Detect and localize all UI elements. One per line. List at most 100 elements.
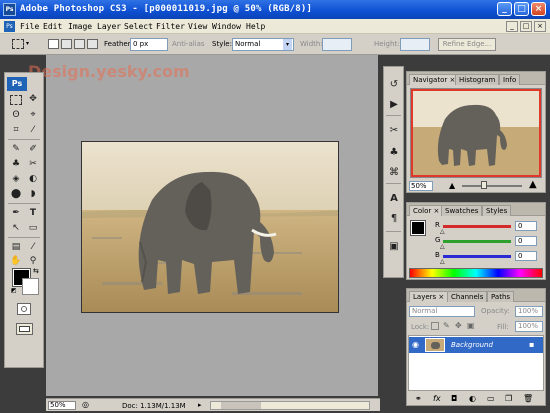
eraser-tool-icon[interactable]: ◈ [9,173,23,186]
width-input[interactable] [322,38,352,51]
type-tool-icon[interactable]: T [26,207,40,220]
layer-style-icon[interactable]: fx [433,394,441,403]
doc-close-button[interactable]: × [534,21,546,32]
menu-image[interactable]: Image [68,22,92,31]
blend-mode-select[interactable]: Normal [409,306,475,317]
green-slider-thumb[interactable]: △ [440,243,445,250]
navigator-zoom-slider[interactable] [462,181,522,189]
status-info-icon[interactable]: ◎ [82,400,89,409]
tab-layers[interactable]: Layers × [409,291,449,302]
zoom-in-icon[interactable]: ▲ [529,179,537,190]
new-layer-icon[interactable]: ❐ [505,394,512,403]
eyedropper-tool-icon[interactable]: ⁄ [26,241,40,254]
link-layers-icon[interactable]: ⚭ [415,394,422,403]
move-tool-icon[interactable]: ✥ [26,93,40,106]
lock-position-icon[interactable]: ✥ [455,321,462,330]
gradient-tool-icon[interactable]: ◐ [26,173,40,186]
antialias-checkbox[interactable]: Anti-alias [172,40,205,48]
slice-tool-icon[interactable]: ⁄ [26,124,40,137]
marquee-preset-icon[interactable] [12,39,24,49]
crop-tool-icon[interactable]: ⌗ [9,124,23,137]
minimize-button[interactable]: _ [497,2,512,16]
blur-tool-icon[interactable]: ⬤ [9,188,23,201]
blue-slider-thumb[interactable]: △ [440,258,445,265]
marquee-tool-icon[interactable] [10,95,22,105]
maximize-button[interactable]: □ [514,2,529,16]
navigator-zoom-field[interactable]: 50% [409,181,433,191]
tab-styles[interactable]: Styles [482,205,512,216]
tool-presets-icon[interactable]: ✂ [387,123,401,137]
color-spectrum-bar[interactable] [409,268,543,278]
lasso-tool-icon[interactable]: ʘ [9,109,23,122]
zoom-out-icon[interactable]: ▲ [449,181,455,190]
magic-wand-icon[interactable]: ⌖ [26,109,40,122]
horizontal-scrollbar[interactable] [210,401,370,410]
new-group-icon[interactable]: ▭ [487,394,495,403]
lock-all-icon[interactable]: ▣ [467,321,475,330]
background-color-swatch[interactable] [22,278,39,295]
lock-pixels-icon[interactable]: ✎ [443,321,450,330]
tab-info[interactable]: Info [499,74,521,85]
height-input[interactable] [400,38,430,51]
doc-icon[interactable]: Ps [4,21,15,32]
menu-window[interactable]: Window [212,22,241,31]
clone-stamp-icon[interactable]: ♣ [9,158,23,171]
subtract-selection-icon[interactable] [74,39,85,49]
layer-visibility-eye-icon[interactable]: ◉ [412,340,419,349]
menu-view[interactable]: View [188,22,207,31]
clone-source-icon[interactable]: ⌘ [387,165,401,179]
zoom-field[interactable]: 50% [48,401,76,410]
brushes-panel-icon[interactable]: ♣ [387,145,401,159]
menu-layer[interactable]: Layer [97,22,121,31]
close-button[interactable]: × [531,2,546,16]
pen-tool-icon[interactable]: ✒ [9,207,23,220]
layer-comps-icon[interactable]: ▣ [387,239,401,253]
actions-panel-icon[interactable]: ▶ [387,97,401,111]
menu-edit[interactable]: Edit [43,22,62,31]
swap-colors-icon[interactable]: ⇆ [33,267,39,275]
brush-tool-icon[interactable]: ✐ [26,143,40,156]
dodge-tool-icon[interactable]: ◗ [26,188,40,201]
paragraph-panel-icon[interactable]: ¶ [387,211,401,225]
app-icon[interactable]: Ps [3,3,16,16]
status-menu-icon[interactable]: ▸ [198,401,202,409]
path-select-icon[interactable]: ↖ [9,222,23,235]
healing-brush-icon[interactable]: ✎ [9,143,23,156]
color-fg-swatch[interactable] [410,220,426,236]
layer-name[interactable]: Background [451,341,493,349]
preset-dropdown-icon[interactable]: ▾ [26,40,29,47]
menu-filter[interactable]: Filter [156,22,185,31]
layer-row[interactable]: ◉ Background ▪ [409,337,543,353]
notes-tool-icon[interactable]: ▤ [9,241,23,254]
add-selection-icon[interactable] [61,39,72,49]
feather-input[interactable]: 0 px [130,38,168,51]
tab-color[interactable]: Color × [409,205,444,216]
delete-layer-icon[interactable]: 🗑 [523,394,533,403]
hand-tool-icon[interactable]: ✋ [9,255,23,268]
opacity-input[interactable]: 100% [515,306,543,317]
character-panel-icon[interactable]: A [387,191,401,205]
blue-channel-value[interactable]: 0 [515,251,537,261]
lock-transparency-icon[interactable] [431,322,439,330]
refine-edge-button[interactable]: Refine Edge... [438,38,496,51]
red-channel-value[interactable]: 0 [515,221,537,231]
menu-file[interactable]: File [20,22,39,31]
tab-histogram[interactable]: Histogram [455,74,500,85]
red-slider-thumb[interactable]: △ [440,228,445,235]
adjustment-layer-icon[interactable]: ◐ [469,394,476,403]
navigator-preview[interactable] [410,88,542,178]
menu-help[interactable]: Help [246,22,265,31]
doc-restore-button[interactable]: □ [520,21,532,32]
quick-mask-icon[interactable] [17,303,31,315]
fill-input[interactable]: 100% [515,321,543,332]
history-brush-icon[interactable]: ✂ [26,158,40,171]
red-channel-slider[interactable] [443,225,511,228]
green-channel-slider[interactable] [443,240,511,243]
tab-swatches[interactable]: Swatches [441,205,483,216]
history-panel-icon[interactable]: ↺ [387,77,401,91]
tab-paths[interactable]: Paths [487,291,515,302]
doc-minimize-button[interactable]: _ [506,21,518,32]
intersect-selection-icon[interactable] [87,39,98,49]
menu-select[interactable]: Select [124,22,153,31]
default-colors-icon[interactable]: ◩ [11,287,19,295]
